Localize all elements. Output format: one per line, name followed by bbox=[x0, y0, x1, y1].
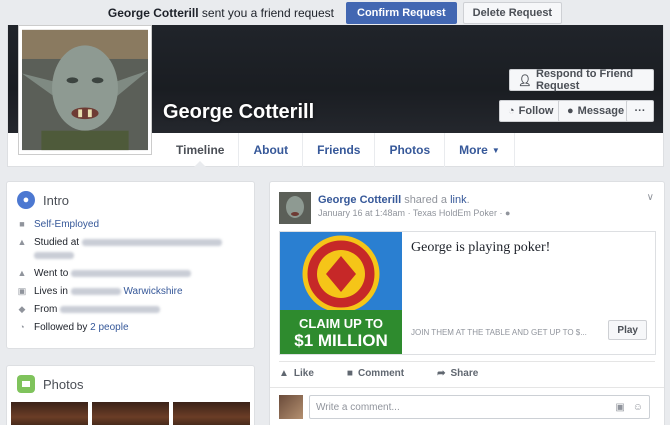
intro-studied: ▲ Studied at bbox=[7, 236, 254, 262]
location-pin-icon: ◆ bbox=[18, 304, 26, 314]
comment-composer: Write a comment... ▣ ☺ bbox=[279, 395, 650, 419]
like-button[interactable]: ▲ Like bbox=[279, 368, 314, 379]
profile-header: George Cotterill 👤︎ Respond to Friend Re… bbox=[7, 25, 664, 167]
person-add-icon: 👤︎ bbox=[518, 74, 532, 87]
more-options-button[interactable]: ··· bbox=[626, 100, 654, 122]
home-icon: ▣ bbox=[17, 286, 27, 296]
post-header: George Cotterill shared a link. January … bbox=[279, 192, 510, 224]
play-button[interactable]: Play bbox=[608, 320, 647, 340]
tab-about[interactable]: About bbox=[239, 133, 304, 167]
viewer-avatar[interactable] bbox=[279, 395, 303, 419]
tab-more[interactable]: More ▼ bbox=[445, 133, 515, 167]
intro-followed-by: ◔ Followed by 2 people bbox=[7, 321, 254, 334]
emoji-icon[interactable]: ☺ bbox=[633, 402, 643, 413]
photo-icon bbox=[17, 375, 35, 393]
chevron-down-icon[interactable]: ∨ bbox=[647, 192, 654, 203]
graduation-cap-icon: ▲ bbox=[17, 237, 27, 247]
comment-input[interactable]: Write a comment... ▣ ☺ bbox=[309, 395, 650, 419]
globe-icon: ● bbox=[17, 191, 35, 209]
profile-photo-image bbox=[22, 29, 148, 151]
intro-header: ● Intro bbox=[7, 182, 254, 218]
redacted-school bbox=[71, 269, 192, 277]
request-message: George Cotterill sent you a friend reque… bbox=[107, 5, 334, 20]
confirm-request-button[interactable]: Confirm Request bbox=[346, 1, 457, 24]
claim-line-1: CLAIM UP TO bbox=[299, 316, 383, 331]
comment-icon: ■ bbox=[346, 368, 353, 379]
attachment-subtitle: JOIN THEM AT THE TABLE AND GET UP TO $..… bbox=[411, 328, 587, 337]
attachment-title: George is playing poker! bbox=[411, 240, 551, 255]
intro-lives-in: ▣ Lives in Warwickshire bbox=[17, 286, 183, 297]
photo-thumbnail[interactable] bbox=[11, 402, 88, 425]
profile-name[interactable]: George Cotterill bbox=[163, 101, 314, 124]
redacted-city bbox=[70, 287, 121, 295]
message-button[interactable]: ● Message bbox=[558, 100, 634, 122]
link-attachment[interactable]: CLAIM UP TO $1 MILLION George is playing… bbox=[279, 231, 656, 355]
post-actions: ▲ Like ■ Comment ➦ Share bbox=[279, 368, 478, 379]
redacted-hometown bbox=[60, 305, 161, 313]
tab-photos[interactable]: Photos bbox=[375, 133, 446, 167]
poker-game-image: CLAIM UP TO $1 MILLION bbox=[280, 232, 402, 354]
redacted-school-cont bbox=[34, 251, 74, 259]
post-timestamp: January 16 at 1:48am · Texas HoldEm Poke… bbox=[318, 208, 511, 218]
friend-request-bar: George Cotterill sent you a friend reque… bbox=[0, 0, 670, 25]
photos-card: Photos bbox=[6, 365, 255, 425]
camera-icon[interactable]: ▣ bbox=[615, 402, 624, 413]
photos-title: Photos bbox=[43, 376, 84, 392]
respond-friend-request-button[interactable]: 👤︎ Respond to Friend Request bbox=[509, 68, 654, 92]
tab-timeline[interactable]: Timeline bbox=[162, 133, 240, 167]
graduation-cap-icon: ▲ bbox=[17, 268, 27, 278]
claim-line-2: $1 MILLION bbox=[294, 331, 388, 350]
divider bbox=[279, 361, 655, 362]
profile-tabs: Timeline About Friends Photos More ▼ bbox=[162, 133, 515, 167]
photos-header: Photos bbox=[7, 366, 254, 402]
briefcase-icon: ■ bbox=[19, 219, 25, 229]
message-bubble-icon: ● bbox=[567, 105, 574, 117]
redacted-school bbox=[81, 238, 222, 246]
rss-icon: ◔ bbox=[19, 322, 25, 332]
intro-title: Intro bbox=[43, 192, 70, 208]
intro-went-to: ▲ Went to bbox=[7, 267, 254, 280]
globe-icon: ● bbox=[504, 208, 511, 218]
author-avatar[interactable] bbox=[279, 192, 311, 224]
intro-card: ● Intro ■ Self-Employed ▲ Studied at ▲ W… bbox=[6, 181, 255, 349]
delete-request-button[interactable]: Delete Request bbox=[462, 1, 563, 24]
rss-icon: ◔ bbox=[508, 105, 515, 117]
post-byline: George Cotterill shared a link. bbox=[318, 194, 470, 206]
photo-thumbnail[interactable] bbox=[92, 402, 169, 425]
tab-friends[interactable]: Friends bbox=[303, 133, 376, 167]
thumbs-up-icon: ▲ bbox=[279, 368, 289, 379]
share-icon: ➦ bbox=[437, 368, 446, 379]
intro-job: ■ Self-Employed bbox=[7, 218, 254, 231]
share-button[interactable]: ➦ Share bbox=[437, 368, 478, 379]
divider bbox=[270, 387, 664, 388]
timeline-post: George Cotterill shared a link. January … bbox=[269, 181, 665, 425]
intro-from: ◆ From bbox=[7, 303, 254, 316]
caret-down-icon: ▼ bbox=[491, 145, 500, 155]
profile-picture[interactable] bbox=[18, 25, 152, 155]
follow-button[interactable]: ◔ Follow bbox=[499, 100, 563, 122]
photo-thumbnail[interactable] bbox=[173, 402, 250, 425]
comment-button[interactable]: ■ Comment bbox=[347, 368, 404, 379]
photo-thumbnails bbox=[7, 402, 254, 425]
